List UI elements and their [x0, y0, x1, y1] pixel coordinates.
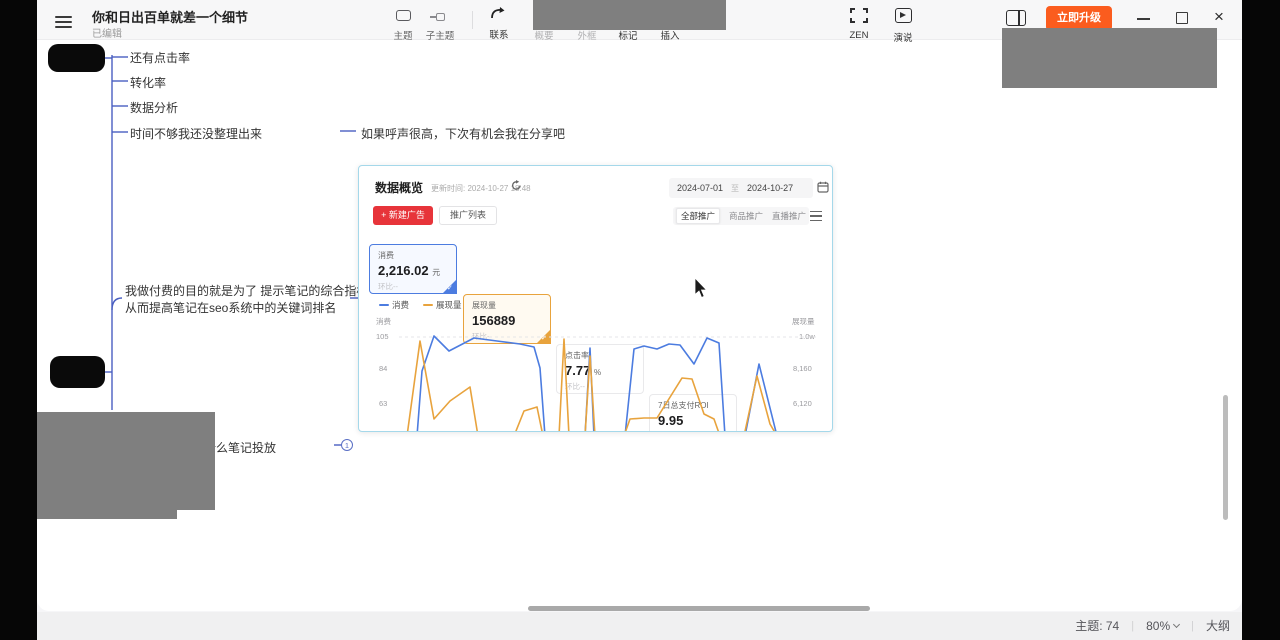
toolbar-divider: [472, 11, 473, 29]
mindmap-node[interactable]: 还有点击率: [130, 49, 190, 66]
outline-button[interactable]: 大纲: [1206, 617, 1230, 634]
toolbar-subtopic-button[interactable]: 子主题: [420, 8, 460, 42]
window-maximize-button[interactable]: [1176, 12, 1188, 24]
zen-icon: [850, 8, 868, 23]
legend-impressions-swatch: [423, 304, 433, 306]
zen-mode-button[interactable]: ZEN: [842, 8, 876, 41]
tab-live-promo[interactable]: 直播推广: [772, 210, 806, 222]
left-letterbox: [0, 0, 37, 640]
mindmap-callout-node[interactable]: 如果呼声很高，下次有机会我在分享吧: [361, 125, 565, 142]
mindmap-node-redacted-bottom[interactable]: [50, 356, 105, 388]
redaction-overlay-bottomleft-step: [37, 510, 177, 519]
window-minimize-button[interactable]: [1137, 18, 1150, 20]
relation-arrow-icon: [490, 6, 508, 20]
toolbar-topic-button[interactable]: 主题: [386, 8, 420, 42]
topic-count: 主题: 74: [1075, 617, 1119, 634]
status-bar: [37, 612, 1242, 640]
mouse-cursor: [694, 278, 708, 299]
date-separator: 至: [731, 183, 739, 194]
toolbar-relation-button[interactable]: 联系: [481, 6, 517, 41]
dashboard-image-node[interactable]: 数据概览 更新时间: 2024-10-27 18:48 2024-07-01 至…: [358, 165, 833, 432]
date-start: 2024-07-01: [677, 183, 723, 193]
vertical-scrollbar[interactable]: [1223, 395, 1228, 520]
left-axis-tick: 84: [379, 364, 387, 373]
left-axis-tick: 105: [376, 332, 389, 341]
window-close-button[interactable]: ×: [1214, 10, 1224, 24]
play-icon: [895, 8, 912, 23]
topic-icon: [396, 10, 411, 21]
document-title: 你和日出百单就差一个细节: [92, 7, 248, 26]
selected-check-icon: ✓: [442, 279, 457, 294]
right-letterbox: [1242, 0, 1280, 640]
dashboard-title: 数据概览: [375, 179, 423, 196]
mindmap-node[interactable]: 数据分析: [130, 99, 178, 116]
refresh-icon[interactable]: [511, 180, 522, 191]
mindmap-purpose-node[interactable]: 我做付费的目的就是为了 提示笔记的综合指标， 从而提高笔记在seo系统中的关键词…: [125, 283, 380, 317]
redaction-overlay-topright: [1002, 28, 1217, 88]
date-range-picker[interactable]: 2024-07-01 至 2024-10-27: [669, 178, 813, 198]
mindmap-node[interactable]: 转化率: [130, 74, 166, 91]
legend-spend-swatch: [379, 304, 389, 306]
collapse-count-badge[interactable]: 1: [341, 439, 353, 451]
left-axis-tick: 63: [379, 399, 387, 408]
statusbar-group: 主题: 74 | 80% | 大纲: [1075, 617, 1230, 634]
promo-tabbar: 全部推广 商品推广 直播推广: [673, 207, 809, 225]
horizontal-scrollbar[interactable]: [528, 606, 870, 611]
present-button[interactable]: 演说: [886, 8, 920, 44]
tab-all-promo[interactable]: 全部推广: [676, 208, 720, 224]
calendar-icon[interactable]: [817, 181, 829, 193]
redaction-overlay-toolbar: [533, 0, 726, 30]
subtopic-icon: [436, 13, 445, 21]
metrics-chart-plot: [399, 331, 816, 432]
mindmap-node-redacted-top[interactable]: [48, 44, 105, 72]
metric-card-spend[interactable]: 消费 2,216.02 元 环比-- ✓: [369, 244, 457, 294]
menu-icon[interactable]: [55, 13, 72, 31]
redaction-overlay-bottomleft: [37, 412, 215, 510]
document-state: 已编辑: [92, 25, 122, 40]
tab-product-promo[interactable]: 商品推广: [729, 210, 763, 222]
side-panel-icon: [1006, 10, 1026, 26]
mindmap-node[interactable]: 时间不够我还没整理出来: [130, 125, 262, 142]
date-end: 2024-10-27: [747, 183, 793, 193]
chart-legend: 消费 展现量: [379, 299, 462, 311]
new-ad-button[interactable]: + 新建广告: [373, 206, 433, 225]
app-window: 你和日出百单就差一个细节 已编辑 主题 子主题 联系 概要 外框 标记 插入 Z…: [0, 0, 1280, 640]
zoom-control[interactable]: 80%: [1146, 619, 1179, 633]
right-axis-title: 展现量: [792, 316, 815, 327]
chevron-down-icon: [1173, 620, 1180, 627]
promo-list-button[interactable]: 推广列表: [439, 206, 497, 225]
left-axis-title: 消费: [376, 316, 391, 327]
list-settings-icon[interactable]: [810, 211, 822, 221]
